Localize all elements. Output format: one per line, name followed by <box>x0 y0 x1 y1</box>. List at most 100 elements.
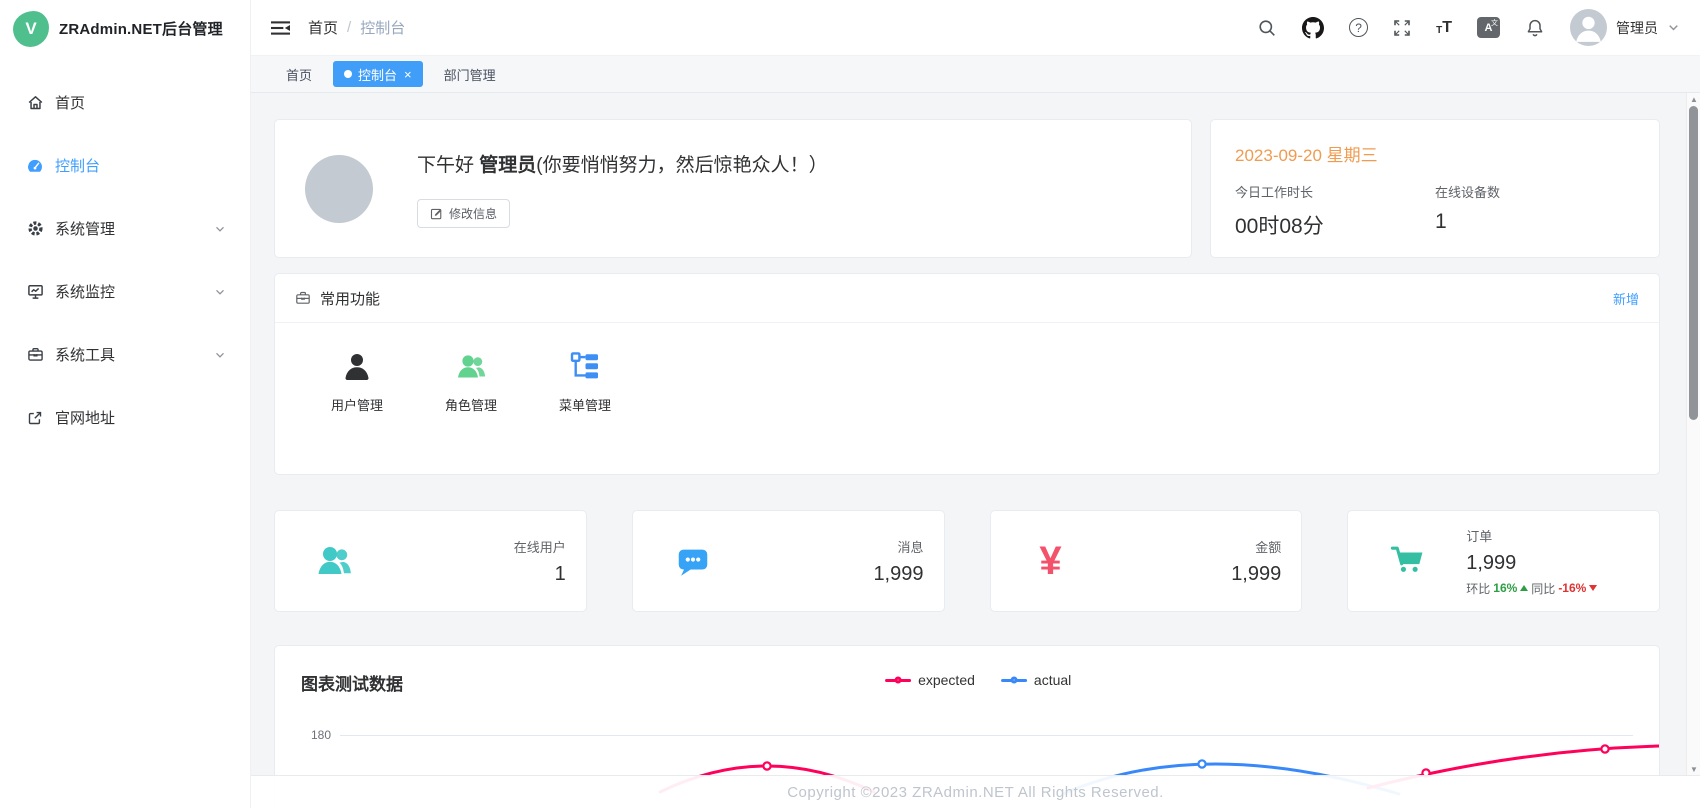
tab-department[interactable]: 部门管理 <box>433 61 507 87</box>
shortcut-menu-management[interactable]: 菜单管理 <box>551 350 619 414</box>
common-functions-card: 常用功能 新增 用户管理 角色管理 菜单管理 <box>274 273 1660 475</box>
logo-letter: V <box>25 19 36 39</box>
sidebar-item-label: 系统工具 <box>55 344 115 365</box>
scroll-up-icon[interactable]: ▲ <box>1687 93 1700 105</box>
online-devices-label: 在线设备数 <box>1435 182 1635 201</box>
stat-card-online-users[interactable]: 在线用户 1 <box>274 510 587 612</box>
sidebar-item-label: 官网地址 <box>55 407 115 428</box>
legend-item-expected[interactable]: expected <box>885 672 975 688</box>
scrollbar-thumb[interactable] <box>1689 106 1698 420</box>
toolbox-icon <box>26 346 44 364</box>
mom-label: 环比 <box>1466 580 1490 597</box>
breadcrumb-separator: / <box>347 19 351 36</box>
stat-label: 在线用户 <box>514 537 566 556</box>
home-icon <box>26 94 44 112</box>
user-menu[interactable]: 管理员 <box>1570 9 1680 46</box>
sidebar-item-system-monitor[interactable]: 系统监控 <box>0 260 250 323</box>
message-icon <box>671 542 715 580</box>
sidebar-item-label: 控制台 <box>55 155 100 176</box>
notification-bell-icon[interactable] <box>1525 18 1545 38</box>
actual-data-point[interactable] <box>1198 760 1205 767</box>
edit-info-button[interactable]: 修改信息 <box>417 199 510 228</box>
sidebar: V ZRAdmin.NET后台管理 首页 控制台 系统管理 <box>0 0 251 808</box>
sidebar-item-official-site[interactable]: 官网地址 <box>0 386 250 449</box>
stat-card-messages[interactable]: 消息 1,999 <box>632 510 945 612</box>
sidebar-item-system-tools[interactable]: 系统工具 <box>0 323 250 386</box>
app-window: V ZRAdmin.NET后台管理 首页 控制台 系统管理 <box>0 0 1700 808</box>
expected-data-point[interactable] <box>763 762 770 769</box>
sidebar-item-dashboard[interactable]: 控制台 <box>0 134 250 197</box>
tab-close-icon[interactable]: × <box>404 68 412 81</box>
tabs-bar: 首页 控制台 × 部门管理 <box>251 56 1700 93</box>
fullscreen-icon[interactable] <box>1393 19 1411 37</box>
chevron-down-icon <box>214 286 226 298</box>
online-devices-value: 1 <box>1435 210 1635 234</box>
tab-label: 控制台 <box>358 65 397 84</box>
yoy-label: 同比 <box>1531 580 1555 597</box>
help-icon[interactable]: ? <box>1349 18 1368 37</box>
avatar <box>1570 9 1607 46</box>
font-size-icon[interactable]: TT <box>1436 20 1452 36</box>
user-name: 管理员 <box>1616 18 1658 38</box>
legend-item-actual[interactable]: actual <box>1001 672 1071 688</box>
tab-label: 首页 <box>286 65 312 84</box>
app-logo[interactable]: V ZRAdmin.NET后台管理 <box>0 0 250 57</box>
page-content: 下午好 管理员(你要悄悄努力，然后惊艳众人！） 修改信息 2023-09-20 … <box>251 93 1700 808</box>
mom-value: 16% <box>1493 581 1517 595</box>
chevron-down-icon <box>214 349 226 361</box>
stats-row: 在线用户 1 消息 1,999 ¥ 金额 <box>274 510 1660 612</box>
shortcut-label: 角色管理 <box>445 395 497 414</box>
stat-value: 1,999 <box>873 563 923 586</box>
copyright-text: Copyright ©2023 ZRAdmin.NET All Rights R… <box>787 784 1164 801</box>
breadcrumb: 首页 / 控制台 <box>308 17 405 38</box>
yen-glyph: ¥ <box>1039 541 1061 581</box>
shopping-cart-icon <box>1386 542 1430 580</box>
user-avatar-large[interactable] <box>305 155 373 223</box>
sidebar-item-home[interactable]: 首页 <box>0 71 250 134</box>
dashboard-icon <box>26 157 44 175</box>
tab-home[interactable]: 首页 <box>275 61 323 87</box>
add-link[interactable]: 新增 <box>1613 289 1639 308</box>
date-card: 2023-09-20 星期三 今日工作时长 00时08分 在线设备数 1 <box>1210 119 1660 258</box>
chevron-down-icon <box>1667 21 1680 34</box>
sidebar-item-label: 系统监控 <box>55 281 115 302</box>
translate-icon[interactable]: A 文 <box>1477 17 1500 38</box>
stat-value: 1,999 <box>1466 552 1597 575</box>
shortcut-user-management[interactable]: 用户管理 <box>323 350 391 414</box>
sidebar-collapse-icon[interactable] <box>271 20 290 36</box>
github-icon[interactable] <box>1302 17 1324 39</box>
sidebar-item-system-management[interactable]: 系统管理 <box>0 197 250 260</box>
stat-value: 1,999 <box>1231 563 1281 586</box>
briefcase-icon <box>295 290 311 306</box>
legend-marker-expected <box>885 675 911 685</box>
shortcut-role-management[interactable]: 角色管理 <box>437 350 505 414</box>
search-icon[interactable] <box>1257 18 1277 38</box>
tab-dashboard[interactable]: 控制台 × <box>333 61 423 87</box>
legend-label: actual <box>1034 672 1071 688</box>
topbar-actions: ? TT A 文 管理员 <box>1257 9 1680 46</box>
shortcut-label: 菜单管理 <box>559 395 611 414</box>
greeting-prefix: 下午好 <box>417 155 479 176</box>
external-link-icon <box>26 409 44 427</box>
date-text: 2023-09-20 星期三 <box>1235 141 1635 166</box>
expected-data-point[interactable] <box>1601 745 1608 752</box>
sidebar-item-label: 系统管理 <box>55 218 115 239</box>
edit-icon <box>430 207 443 220</box>
gear-icon <box>26 220 44 238</box>
footer: Copyright ©2023 ZRAdmin.NET All Rights R… <box>251 775 1700 808</box>
shortcut-label: 用户管理 <box>331 395 383 414</box>
breadcrumb-home[interactable]: 首页 <box>308 17 338 38</box>
stat-card-orders[interactable]: 订单 1,999 环比 16% 同比 -16% <box>1347 510 1660 612</box>
scroll-down-icon[interactable]: ▼ <box>1687 763 1700 775</box>
trend-down-icon <box>1589 585 1597 591</box>
legend-marker-actual <box>1001 675 1027 685</box>
app-title: ZRAdmin.NET后台管理 <box>59 18 223 39</box>
main-area: 首页 / 控制台 ? TT A 文 <box>251 0 1700 808</box>
y-tick-label: 180 <box>301 728 331 742</box>
peoples-icon <box>313 541 357 581</box>
stat-card-amount[interactable]: ¥ 金额 1,999 <box>990 510 1303 612</box>
tab-label: 部门管理 <box>444 65 496 84</box>
vertical-scrollbar[interactable]: ▲ ▼ <box>1686 93 1700 775</box>
roles-icon <box>455 350 487 382</box>
logo-icon: V <box>13 11 49 47</box>
